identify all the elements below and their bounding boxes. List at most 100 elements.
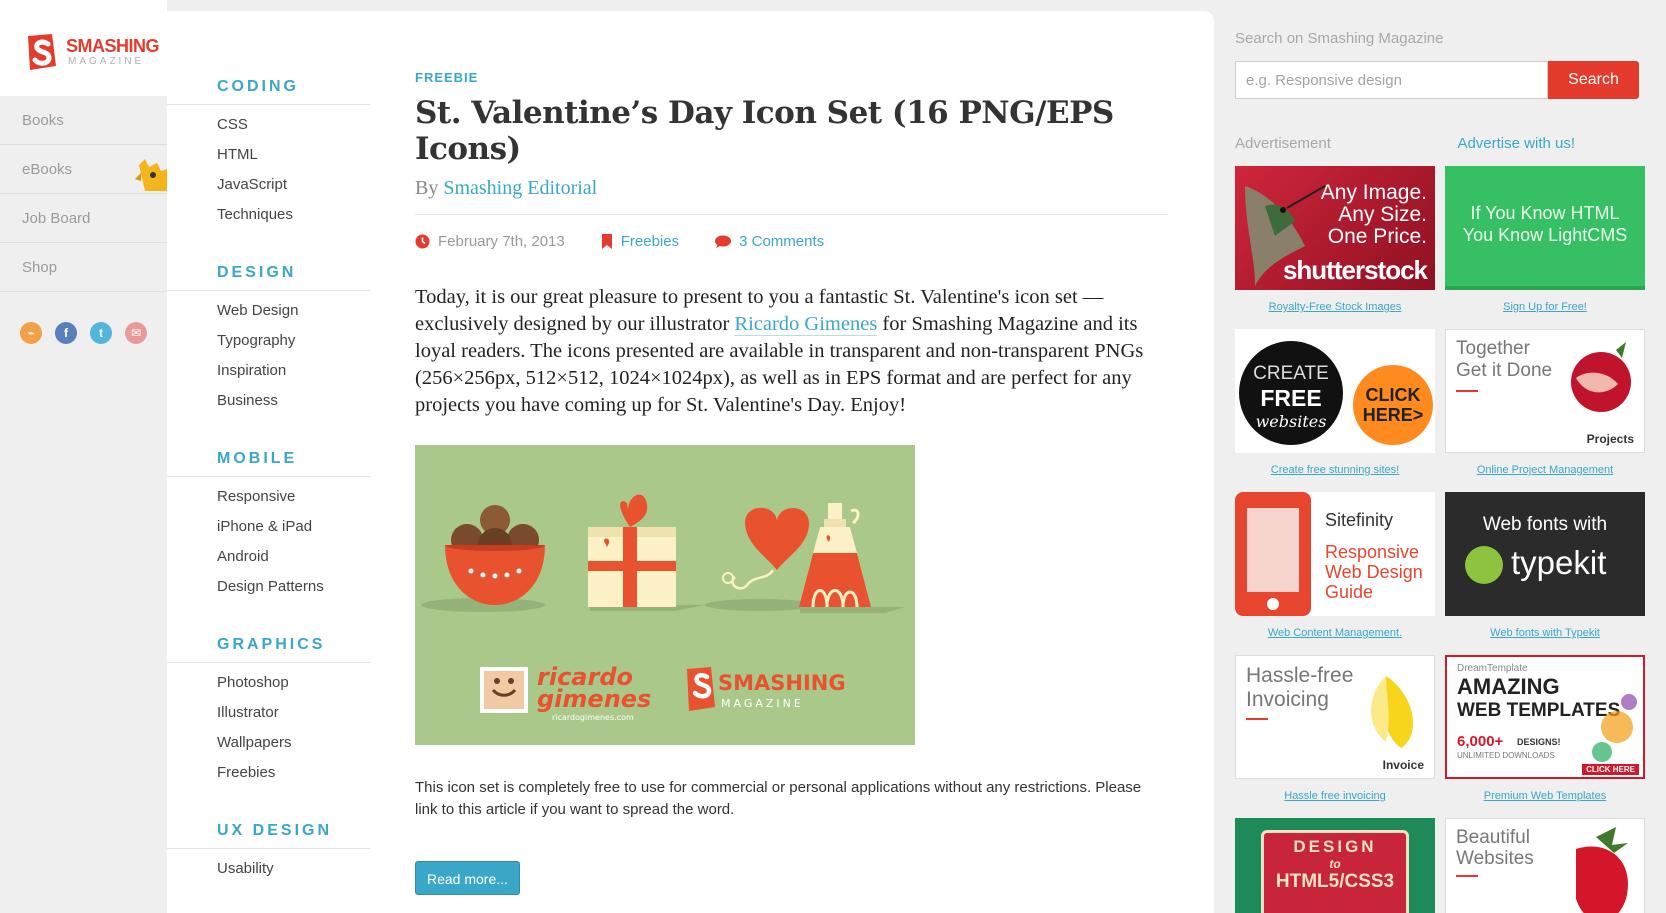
- ad-line1: Web fonts with: [1482, 514, 1608, 535]
- ad-shutterstock[interactable]: Any Image. Any Size. One Price. shutters…: [1235, 166, 1435, 317]
- category-item[interactable]: Web Design: [167, 296, 370, 326]
- ad-design-to-html5[interactable]: DESIGN to HTML5/CSS3: [1235, 818, 1435, 913]
- ad-caption[interactable]: Royalty-Free Stock Images: [1235, 301, 1435, 317]
- ad-image: Any Image. Any Size. One Price. shutters…: [1235, 166, 1435, 290]
- category-item[interactable]: Freebies: [167, 758, 370, 788]
- smashing-magazine-logo: SMASHING MAGAZINE: [687, 667, 846, 711]
- leftnav-item-books[interactable]: Books: [0, 96, 167, 145]
- ad-caption[interactable]: Web Content Management.: [1235, 627, 1435, 643]
- ad-lightcms[interactable]: If You Know HTML You Know LightCMS Sign …: [1445, 166, 1645, 317]
- ad-image: If You Know HTML You Know LightCMS: [1445, 166, 1645, 290]
- cookie-bowl-icon: [421, 505, 545, 612]
- ad-image: CREATE FREE websites CLICK HERE>: [1235, 329, 1435, 453]
- category-item[interactable]: iPhone & iPad: [167, 512, 370, 542]
- rss-icon[interactable]: ⌁: [20, 322, 42, 344]
- ad-zoho-invoice[interactable]: Hassle-free Invoicing Invoice Hassle fre…: [1235, 655, 1435, 806]
- ad-line1: DESIGN: [1293, 837, 1377, 856]
- hero-brand2: gimenes: [537, 685, 651, 713]
- ad-brand: typekit: [1511, 544, 1607, 581]
- category-group-mobile: MOBILE Responsive iPhone & iPad Android …: [167, 450, 370, 602]
- ad-beautiful-websites[interactable]: Beautiful Websites: [1445, 818, 1645, 913]
- category-item[interactable]: Responsive: [167, 482, 370, 512]
- category-item[interactable]: Inspiration: [167, 356, 370, 386]
- ad-line2: Any Size.: [1338, 203, 1427, 226]
- article-section-link[interactable]: Freebies: [601, 233, 679, 250]
- facebook-icon[interactable]: f: [55, 322, 77, 344]
- ad-brand: Sitefinity: [1325, 510, 1394, 530]
- ad-sitefinity[interactable]: Sitefinity Responsive Web Design Guide W…: [1235, 492, 1435, 643]
- category-item[interactable]: JavaScript: [167, 170, 370, 200]
- article-byline: By Smashing Editorial: [415, 177, 1165, 200]
- mascot-cat-icon: [135, 159, 167, 191]
- category-item[interactable]: Techniques: [167, 200, 370, 230]
- strawberry-icon: [1576, 827, 1628, 913]
- hero-brand3: ricardogimenes.com: [552, 713, 634, 722]
- advertisement-label: Advertisement: [1235, 135, 1331, 152]
- ad-caption[interactable]: Hassle free invoicing: [1235, 790, 1435, 806]
- ad-create-free-websites[interactable]: CREATE FREE websites CLICK HERE> Create …: [1235, 329, 1435, 480]
- search-button[interactable]: Search: [1548, 61, 1639, 99]
- site-logo[interactable]: SMASHING MAGAZINE: [0, 0, 167, 96]
- ad-zoho-projects[interactable]: Together Get it Done Projects Online Pro…: [1445, 329, 1645, 480]
- ad-brand: Invoice: [1382, 758, 1424, 772]
- valentine-icons-illustration: ricardo gimenes ricardogimenes.com SMASH…: [421, 494, 905, 722]
- ad-grid: Any Image. Any Size. One Price. shutters…: [1235, 166, 1645, 913]
- click-here-badge: CLICK HERE>: [1353, 365, 1433, 445]
- article-meta: February 7th, 2013 Freebies 3 Comments: [415, 214, 1168, 250]
- article-title[interactable]: St. Valentine’s Day Icon Set (16 PNG/EPS…: [415, 95, 1165, 167]
- search-input[interactable]: [1235, 61, 1548, 99]
- ad-caption[interactable]: Online Project Management: [1445, 464, 1645, 480]
- ad-image: Hassle-free Invoicing Invoice: [1235, 655, 1435, 779]
- article-category[interactable]: FREEBIE: [415, 70, 1165, 85]
- category-item[interactable]: Illustrator: [167, 698, 370, 728]
- gift-box-icon: [588, 494, 705, 611]
- ad-caption[interactable]: Premium Web Templates: [1445, 790, 1645, 806]
- ad-line1: Responsive: [1325, 542, 1420, 562]
- ad-dreamtemplate[interactable]: DreamTemplate AMAZING WEB TEMPLATES 6,00…: [1445, 655, 1645, 806]
- smashing-logo-icon: [28, 34, 56, 70]
- leftnav-item-job-board[interactable]: Job Board: [0, 194, 167, 243]
- comments-link[interactable]: 3 Comments: [715, 233, 824, 250]
- category-item[interactable]: Typography: [167, 326, 370, 356]
- twitter-icon[interactable]: t: [90, 322, 112, 344]
- ad-typekit[interactable]: Web fonts with typekit Web fonts with Ty…: [1445, 492, 1645, 643]
- leftnav-item-ebooks[interactable]: eBooks: [0, 145, 167, 194]
- category-item[interactable]: HTML: [167, 140, 370, 170]
- ad-caption[interactable]: Sign Up for Free!: [1445, 301, 1645, 317]
- email-icon[interactable]: ✉: [125, 322, 147, 344]
- ad-line3: One Price.: [1327, 225, 1427, 248]
- category-item[interactable]: Design Patterns: [167, 572, 370, 602]
- category-item[interactable]: Usability: [167, 854, 370, 884]
- category-item[interactable]: Android: [167, 542, 370, 572]
- typekit-logo-icon: [1465, 546, 1503, 584]
- ad-line2: Web Design: [1325, 562, 1423, 582]
- category-heading[interactable]: MOBILE: [167, 450, 370, 477]
- category-heading[interactable]: DESIGN: [167, 264, 370, 291]
- article-hero-image[interactable]: ricardo gimenes ricardogimenes.com SMASH…: [415, 445, 915, 745]
- ad-cta2: HERE>: [1362, 405, 1424, 425]
- category-item[interactable]: Photoshop: [167, 668, 370, 698]
- perfume-bottle-icon: [799, 503, 905, 613]
- ad-caption[interactable]: Create free stunning sites!: [1235, 464, 1435, 480]
- article: FREEBIE St. Valentine’s Day Icon Set (16…: [415, 70, 1168, 895]
- ad-caption[interactable]: Web fonts with Typekit: [1445, 627, 1645, 643]
- ad-image: DESIGN to HTML5/CSS3: [1235, 818, 1435, 913]
- illustrator-link[interactable]: Ricardo Gimenes: [734, 313, 878, 336]
- comments-text: 3 Comments: [739, 233, 825, 250]
- category-heading[interactable]: UX DESIGN: [167, 822, 370, 849]
- author-link[interactable]: Smashing Editorial: [443, 177, 597, 199]
- ad-line2: to: [1329, 857, 1341, 871]
- ad-image: Together Get it Done Projects: [1445, 329, 1645, 453]
- category-item[interactable]: Business: [167, 386, 370, 416]
- ad-header: Advertisement Advertise with us!: [1235, 135, 1645, 152]
- category-item[interactable]: CSS: [167, 110, 370, 140]
- leftnav-item-shop[interactable]: Shop: [0, 243, 167, 292]
- date-text: February 7th, 2013: [438, 233, 565, 250]
- ad-line2: You Know LightCMS: [1462, 225, 1628, 245]
- category-heading[interactable]: CODING: [167, 78, 370, 105]
- ad-brand: shutterstock: [1282, 255, 1428, 285]
- category-item[interactable]: Wallpapers: [167, 728, 370, 758]
- advertise-link[interactable]: Advertise with us!: [1457, 135, 1575, 152]
- read-more-button[interactable]: Read more...: [415, 861, 520, 895]
- category-heading[interactable]: GRAPHICS: [167, 636, 370, 663]
